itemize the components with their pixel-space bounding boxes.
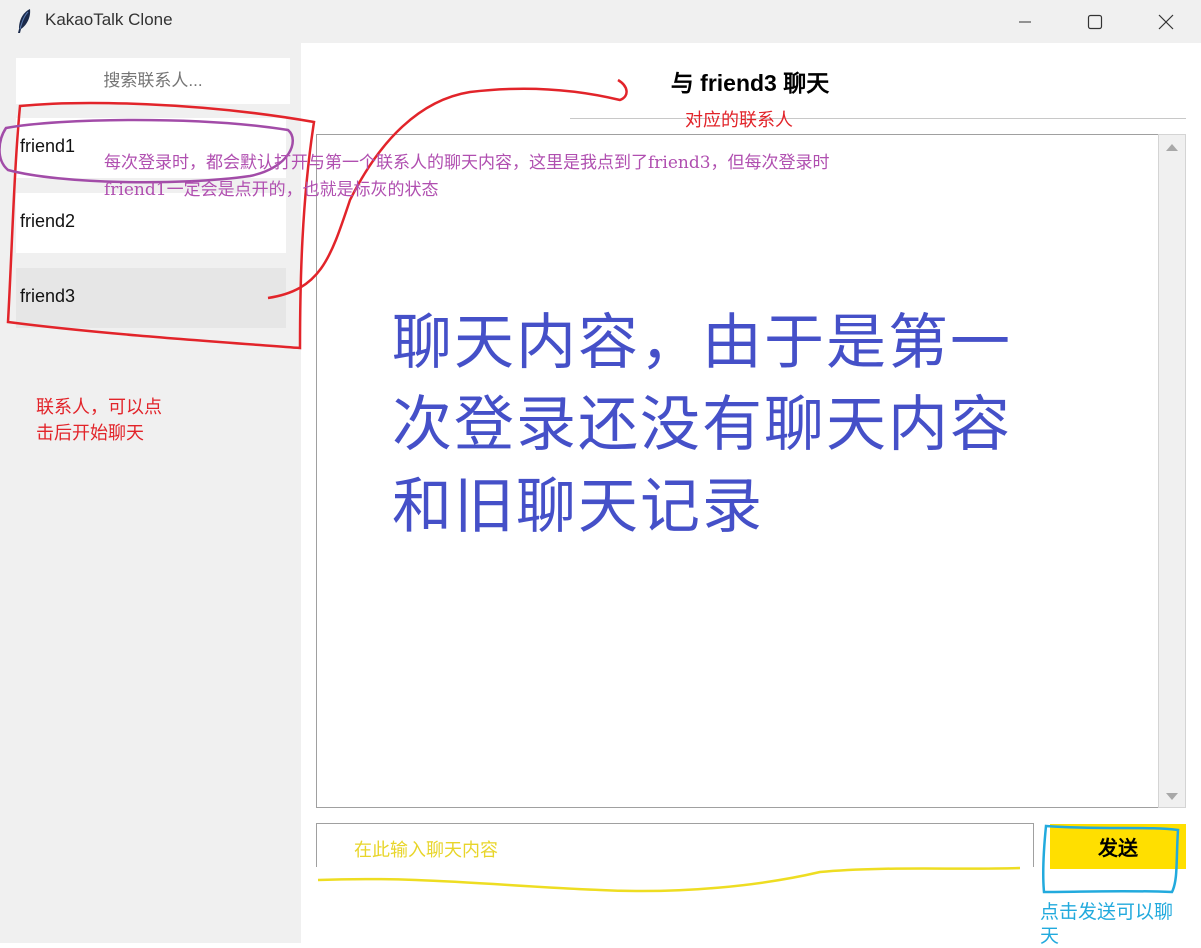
default-open-note-line2: friend1一定会是点开的，也就是标灰的状态 — [104, 180, 439, 200]
contacts-note-line1: 联系人，可以点 — [36, 397, 162, 418]
chat-content-note-line3: 和旧聊天记录 — [392, 472, 764, 542]
send-note-line2: 天 — [1040, 925, 1060, 947]
send-note-line1: 点击发送可以聊 — [1040, 901, 1174, 923]
cyan-send-box — [1041, 824, 1180, 894]
contacts-note-line2: 击后开始聊天 — [36, 423, 144, 444]
input-note: 在此输入聊天内容 — [354, 840, 498, 861]
red-contacts-outline — [6, 101, 316, 350]
contact-header-note: 对应的联系人 — [685, 110, 793, 131]
chat-content-note-line2: 次登录还没有聊天内容 — [392, 390, 1012, 460]
chat-content-note-line1: 聊天内容，由于是第一 — [392, 308, 1012, 378]
default-open-note-line1: 每次登录时，都会默认打开与第一个联系人的聊天内容，这里是我点到了friend3，… — [104, 153, 830, 173]
yellow-input-underline — [317, 866, 1021, 893]
